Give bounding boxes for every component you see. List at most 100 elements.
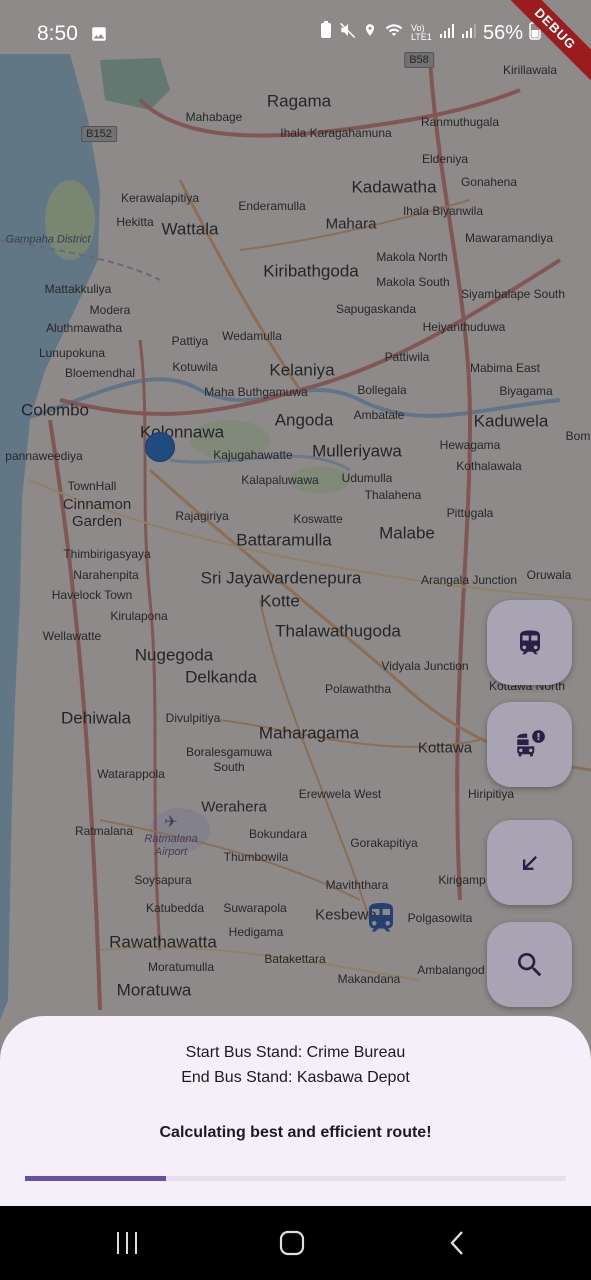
map-label: Kirulapona — [110, 609, 168, 623]
map-label: Moratuwa — [116, 980, 192, 1000]
signal-icon — [439, 22, 455, 45]
map-label: Thalahena — [364, 488, 422, 502]
map-label: Kelaniya — [269, 360, 335, 380]
map-label: Narahenpita — [73, 568, 139, 582]
map-label: Kotuwila — [172, 360, 218, 374]
back-button[interactable] — [438, 1226, 478, 1260]
map-label: Wellawatte — [42, 629, 102, 643]
map-label: Hewagama — [439, 438, 501, 452]
map-label: Kaduwela — [473, 411, 549, 431]
road-shield: B152 — [81, 126, 117, 142]
map-label: Angoda — [274, 410, 334, 430]
signal-icon — [461, 22, 477, 45]
status-bar: 8:50 Vo) LTE1 56% — [0, 0, 591, 54]
map-label: Thumbowila — [223, 850, 289, 864]
arrow-south-west-icon — [522, 855, 537, 870]
map-label: Ihala Biyanwila — [402, 204, 484, 218]
debug-banner-wrap: DEBUG — [511, 0, 591, 80]
map-label: Bokundara — [248, 827, 308, 841]
map-label: Pattiwila — [384, 350, 430, 364]
map-label: Enderamulla — [238, 199, 306, 213]
map-label: Bloemendhal — [64, 366, 136, 380]
map-label: Maharagama — [258, 723, 360, 743]
road-shield: B58 — [404, 52, 434, 68]
map-label: Katubedda — [145, 901, 205, 915]
route-status-text: Calculating best and efficient route! — [159, 1124, 432, 1141]
map-label: Ambatale — [353, 408, 405, 422]
recenter-button[interactable] — [487, 820, 572, 905]
map-label: Mahara — [325, 215, 377, 233]
current-location-marker[interactable] — [145, 432, 175, 462]
mute-icon — [339, 21, 357, 45]
map-label: Suwarapola — [223, 901, 287, 915]
map-label: Koswatte — [293, 512, 343, 526]
map-label: Kirigamp — [438, 873, 486, 887]
map-label: Hedigama — [228, 925, 284, 939]
map-label: Mulleriyawa — [312, 441, 402, 461]
recent-apps-button[interactable] — [107, 1226, 147, 1260]
map-label: Boralesgamuwa South — [185, 745, 273, 774]
train-button[interactable] — [487, 600, 572, 685]
map-label: Erewwela West — [298, 787, 382, 801]
map-label: Moratumulla — [147, 960, 215, 974]
map-label: Mabima East — [469, 361, 541, 375]
map-label: pannaweediya — [5, 449, 83, 463]
map-label: Kotte — [260, 591, 300, 611]
bus-stand-marker[interactable] — [363, 900, 399, 936]
map-label: Cinnamon Garden — [62, 496, 132, 530]
map-label: Makola South — [376, 275, 450, 289]
map-label: Maviththara — [325, 878, 389, 892]
map-label: Gorakapitiya — [350, 836, 418, 850]
map-label: Sri Jayawardenepura — [200, 568, 362, 588]
map-label: Wedamulla — [222, 329, 282, 343]
search-icon — [517, 952, 541, 976]
map-label: Makandana — [337, 972, 401, 986]
battery-saver-icon — [319, 21, 333, 45]
back-icon — [450, 1231, 463, 1255]
map-label: Rajagiriya — [175, 509, 229, 523]
map-label: Hiripitiya — [467, 787, 515, 801]
airport-icon: ✈ — [164, 814, 178, 831]
map-label: Makola North — [376, 250, 448, 264]
map-label: Heiyanthuduwa — [422, 320, 506, 334]
map-label: Batakettara — [264, 952, 326, 966]
map-label: Mawaramandiya — [464, 231, 554, 245]
map-label: Ihala Karagahamuna — [280, 126, 392, 140]
map-label: Gonahena — [460, 175, 518, 189]
map-label: Ranmuthugala — [420, 115, 500, 129]
map-label: Mahabage — [185, 110, 243, 124]
system-nav-bar — [0, 1206, 591, 1280]
status-time: 8:50 — [37, 22, 78, 45]
map-label: Pattiya — [171, 334, 209, 348]
search-button[interactable] — [487, 922, 572, 1007]
map-label: Kalapaluwawa — [241, 473, 319, 487]
map-label: Udumulla — [341, 471, 393, 485]
map-label: Colombo — [20, 400, 90, 420]
start-bus-stand-label: Start Bus Stand: Crime Bureau — [185, 1044, 406, 1061]
map-label: Kadawatha — [351, 177, 437, 197]
wifi-icon — [383, 21, 405, 45]
train-icon — [519, 630, 540, 654]
map-label: Kottawa — [417, 739, 473, 757]
map-label: Pittugala — [446, 506, 494, 520]
map-label: Havelock Town — [51, 588, 133, 602]
end-bus-stand-label: End Bus Stand: Kasbawa Depot — [181, 1069, 410, 1086]
map-label: Biyagama — [499, 384, 553, 398]
map-label: Kiribathgoda — [263, 261, 359, 281]
map-label: Siyambalape South — [460, 287, 566, 301]
map-label: Oruwala — [526, 568, 572, 582]
route-progress-bar — [25, 1176, 566, 1181]
map-label: Kajugahawatte — [213, 448, 293, 462]
train-icon — [369, 903, 393, 932]
map-label: Ragama — [266, 91, 332, 111]
map-label: Werahera — [201, 798, 267, 816]
map-label: Modera — [89, 303, 131, 317]
bus-alert-icon — [516, 729, 545, 756]
network-label: Vo) LTE1 — [410, 23, 432, 42]
map-label: Delkanda — [185, 667, 257, 687]
map-label: Bollegala — [357, 383, 407, 397]
map-label: Aluthmawatha — [45, 321, 123, 335]
home-button[interactable] — [272, 1226, 312, 1260]
map-label: Kerawalapitiya — [120, 191, 200, 205]
bus-alert-button[interactable] — [487, 702, 572, 787]
